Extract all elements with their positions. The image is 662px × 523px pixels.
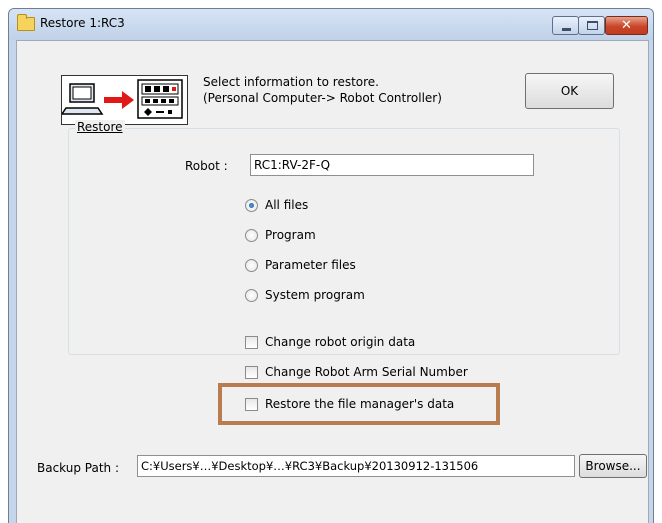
checkbox-change-robot-origin[interactable] xyxy=(245,336,258,349)
checkbox-change-arm-serial-label[interactable]: Change Robot Arm Serial Number xyxy=(265,365,468,379)
close-icon: ✕ xyxy=(621,18,632,33)
instruction-text: Select information to restore. (Personal… xyxy=(203,74,442,106)
backup-path-label: Backup Path : xyxy=(37,461,120,475)
radio-parameter-files-label[interactable]: Parameter files xyxy=(265,258,356,272)
robot-field[interactable]: RC1:RV-2F-Q xyxy=(250,154,534,176)
illustration-graphic xyxy=(60,79,183,119)
restore-dialog-window: Restore 1:RC3 ✕ Select information to re… xyxy=(8,8,654,523)
close-button[interactable]: ✕ xyxy=(605,16,648,35)
radio-parameter-files[interactable] xyxy=(245,259,258,272)
radio-system-program[interactable] xyxy=(245,289,258,302)
restore-group-label: Restore xyxy=(75,120,125,134)
title-bar[interactable]: Restore 1:RC3 ✕ xyxy=(9,9,653,40)
browse-button[interactable]: Browse... xyxy=(579,454,647,478)
robot-label: Robot : xyxy=(185,159,228,173)
minimize-icon xyxy=(562,28,571,31)
checkbox-change-robot-origin-label[interactable]: Change robot origin data xyxy=(265,335,415,349)
ok-button[interactable]: OK xyxy=(525,73,614,109)
checkbox-restore-file-manager[interactable] xyxy=(245,398,258,411)
checkbox-restore-file-manager-label[interactable]: Restore the file manager's data xyxy=(265,397,454,411)
radio-program[interactable] xyxy=(245,229,258,242)
instruction-line-2: (Personal Computer-> Robot Controller) xyxy=(203,91,442,105)
radio-system-program-label[interactable]: System program xyxy=(265,288,365,302)
dialog-body: Select information to restore. (Personal… xyxy=(16,40,649,523)
computer-to-controller-illustration xyxy=(60,75,188,125)
maximize-button[interactable] xyxy=(578,16,605,35)
folder-icon xyxy=(17,14,35,31)
radio-all-files[interactable] xyxy=(245,199,258,212)
maximize-icon xyxy=(587,21,598,30)
instruction-line-1: Select information to restore. xyxy=(203,75,379,89)
window-title: Restore 1:RC3 xyxy=(40,16,125,30)
minimize-button[interactable] xyxy=(552,16,579,35)
checkbox-change-arm-serial[interactable] xyxy=(245,366,258,379)
radio-all-files-label[interactable]: All files xyxy=(265,198,308,212)
radio-program-label[interactable]: Program xyxy=(265,228,316,242)
backup-path-field[interactable]: C:¥Users¥…¥Desktop¥…¥RC3¥Backup¥20130912… xyxy=(137,455,575,477)
